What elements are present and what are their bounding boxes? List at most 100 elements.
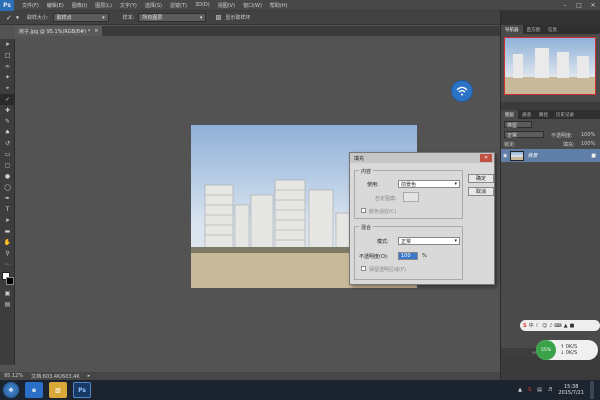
minimize-button[interactable]: – (558, 0, 572, 11)
color-adapt-checkbox[interactable] (361, 208, 366, 213)
brush-tool-icon[interactable]: ✎ (0, 116, 15, 127)
cancel-button[interactable]: 取消 (468, 187, 494, 196)
layer-name[interactable]: 背景 (527, 152, 537, 159)
dodge-tool-icon[interactable]: ◯ (0, 182, 15, 193)
blending-group: 混合 模式: 正常 ▾ 不透明度(O): 100 % 保留透明区域(P) (354, 224, 463, 280)
navigator-zoom-strip[interactable] (501, 102, 600, 110)
keyboard-icon[interactable]: ⌨ (555, 323, 562, 329)
color-swatches[interactable] (0, 270, 14, 288)
photoshop-taskbar-icon[interactable]: Ps (73, 382, 91, 398)
close-icon[interactable]: ✕ (480, 154, 492, 162)
menu-layer[interactable]: 图层(L) (91, 2, 116, 9)
tab-layers[interactable]: 图层 (501, 110, 518, 119)
menu-edit[interactable]: 编辑(E) (43, 2, 68, 9)
marquee-tool-icon[interactable]: □ (0, 50, 15, 61)
opacity-input[interactable]: 100 (398, 252, 418, 260)
system-tray: ▲ S ▤ ♬ 15:38 2015/7/21 (518, 381, 600, 399)
eye-icon[interactable]: ◉ (503, 153, 507, 159)
quick-mask-icon[interactable]: ▣ (0, 288, 15, 299)
menu-view[interactable]: 视图(V) (214, 2, 239, 9)
ok-button[interactable]: 确定 (468, 174, 494, 183)
layer-blend-mode-value: 正常 (507, 133, 518, 139)
menu-image[interactable]: 图像(I) (68, 2, 91, 9)
screen-mode-icon[interactable]: ▤ (0, 299, 15, 310)
menu-type[interactable]: 文字(Y) (116, 2, 141, 9)
show-desktop-button[interactable] (590, 381, 594, 399)
gradient-tool-icon[interactable]: ▢ (0, 160, 15, 171)
menu-select[interactable]: 选择(S) (141, 2, 166, 9)
clock[interactable]: 15:38 2015/7/21 (558, 384, 584, 396)
layer-row-background[interactable]: ◉ 背景 ■ (501, 149, 600, 162)
hand-tool-icon[interactable]: ✋ (0, 237, 15, 248)
pen-tool-icon[interactable]: ✒ (0, 193, 15, 204)
use-select[interactable]: 前景色 ▾ (398, 180, 460, 188)
move-tool-icon[interactable]: ➤ (0, 39, 15, 50)
windows-start-icon[interactable]: ❖ (3, 382, 19, 398)
sample-size-select[interactable]: 取样点 ▾ (52, 13, 109, 22)
dialog-title-bar[interactable]: 填充 ✕ (350, 153, 494, 163)
show-ring-checkbox[interactable] (216, 15, 222, 20)
network-speed-widget[interactable]: 55% ↑ 0K/S ↓ 0K/S (536, 340, 598, 360)
ime-language-label[interactable]: 中 (529, 322, 534, 329)
clone-stamp-tool-icon[interactable]: ♠ (0, 127, 15, 138)
menu-window[interactable]: 窗口(W) (239, 2, 266, 9)
voice-icon[interactable]: ♪ (549, 323, 552, 329)
wifi-icon[interactable] (451, 80, 473, 102)
status-menu-arrow-icon[interactable]: ▸ (88, 373, 91, 379)
type-tool-icon[interactable]: T (0, 204, 15, 215)
tab-info[interactable]: 信息 (544, 25, 561, 34)
download-arrow-icon: ↓ (560, 350, 565, 356)
tab-histogram[interactable]: 直方图 (523, 25, 545, 34)
path-select-tool-icon[interactable]: ➤ (0, 215, 15, 226)
tab-navigator[interactable]: 导航器 (501, 25, 523, 34)
tab-channels[interactable]: 通道 (518, 110, 535, 119)
extra-tools-icon[interactable]: ⋯ (0, 259, 15, 270)
eraser-tool-icon[interactable]: ▭ (0, 149, 15, 160)
navigator-building (535, 48, 549, 78)
quick-select-tool-icon[interactable]: ✦ (0, 72, 15, 83)
emoji-icon[interactable]: ☺ (542, 323, 547, 329)
mode-value: 正常 (401, 238, 412, 245)
zoom-level[interactable]: 95.12% (4, 373, 23, 379)
mode-select[interactable]: 正常 ▾ (398, 237, 460, 245)
ime-toolbar[interactable]: S 中 ☾ ☺ ♪ ⌨ ▲ ■ (520, 320, 600, 331)
tools-icon[interactable]: ■ (570, 323, 575, 329)
layer-blend-mode-select[interactable]: 正常 (504, 131, 544, 139)
lasso-tool-icon[interactable]: ∞ (0, 61, 15, 72)
navigator-preview[interactable] (504, 37, 596, 95)
layer-fill-value[interactable]: 100% (581, 141, 595, 147)
tab-close-icon[interactable]: × (94, 28, 98, 34)
sample-select[interactable]: 所有图层 ▾ (138, 13, 207, 22)
tab-paths[interactable]: 路径 (535, 110, 552, 119)
menu-help[interactable]: 帮助(H) (266, 2, 292, 9)
history-brush-tool-icon[interactable]: ↺ (0, 138, 15, 149)
preserve-transparency-checkbox[interactable] (361, 266, 366, 271)
layer-opacity-value[interactable]: 100% (581, 132, 595, 138)
skin-icon[interactable]: ▲ (564, 323, 568, 329)
zoom-tool-icon[interactable]: ⚲ (0, 248, 15, 259)
document-info[interactable]: 文档:603.4K/603.4K (31, 373, 80, 380)
document-tab[interactable]: 房子.jpg @ 95.1%(RGB/8#) * × (15, 26, 103, 36)
menu-filter[interactable]: 滤镜(T) (166, 2, 191, 9)
background-color-swatch[interactable] (6, 277, 14, 285)
blur-tool-icon[interactable]: ● (0, 171, 15, 182)
explorer-folder-icon[interactable]: ▧ (49, 382, 67, 398)
layer-kind-filter[interactable]: 类型 (504, 121, 532, 129)
maximize-button[interactable]: □ (572, 0, 586, 11)
network-tray-icon[interactable]: ▤ (537, 387, 542, 393)
tray-expand-icon[interactable]: ▲ (518, 387, 522, 393)
crop-tool-icon[interactable]: ⌖ (0, 83, 15, 94)
punctuation-icon[interactable]: ☾ (536, 323, 540, 329)
volume-icon[interactable]: ♬ (548, 387, 552, 393)
shape-tool-icon[interactable]: ▬ (0, 226, 15, 237)
ime-tray-icon[interactable]: S (528, 387, 531, 393)
ie-browser-icon[interactable]: e (25, 382, 43, 398)
menu-3d[interactable]: 3D(D) (191, 2, 214, 8)
menu-file[interactable]: 文件(F) (18, 2, 43, 9)
close-window-button[interactable]: ✕ (586, 0, 600, 11)
tab-history[interactable]: 历史记录 (552, 110, 578, 119)
tool-preset-arrow-icon[interactable]: ▼ (16, 15, 19, 20)
eyedropper-tool-icon[interactable]: ✓ (0, 94, 15, 105)
eyedropper-tool-icon[interactable]: ✓ (6, 14, 12, 22)
healing-brush-tool-icon[interactable]: ✚ (0, 105, 15, 116)
